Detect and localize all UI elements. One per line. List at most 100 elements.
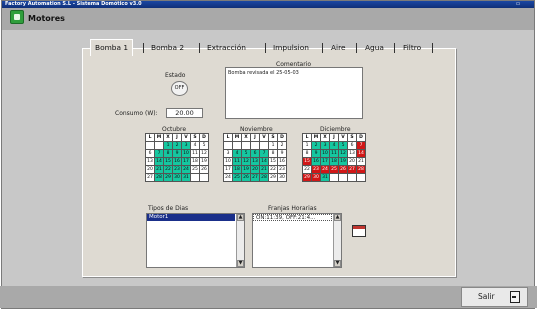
day-cell[interactable] <box>154 141 164 150</box>
scroll-up-icon[interactable]: ▲ <box>237 214 244 221</box>
tab-extraccion[interactable]: Extracción <box>207 40 246 55</box>
day-cell[interactable]: 25 <box>329 165 339 174</box>
tab-impulsion[interactable]: Impulsion <box>273 40 309 55</box>
day-cell[interactable] <box>190 173 200 182</box>
day-cell[interactable]: 7 <box>356 141 366 150</box>
day-cell[interactable]: 10 <box>320 149 330 158</box>
day-cell[interactable]: 26 <box>338 165 348 174</box>
comentario-textarea[interactable]: Bomba revisada el 25-05-03 <box>225 67 363 119</box>
tab-aire[interactable]: Aire <box>331 40 346 55</box>
day-cell[interactable]: 14 <box>356 149 366 158</box>
day-cell[interactable]: 20 <box>250 165 260 174</box>
day-cell[interactable]: 17 <box>223 165 233 174</box>
day-cell[interactable]: 7 <box>154 149 164 158</box>
day-cell[interactable]: 18 <box>232 165 242 174</box>
day-cell[interactable] <box>145 141 155 150</box>
day-cell[interactable]: 11 <box>190 149 200 158</box>
day-cell[interactable]: 14 <box>259 157 269 166</box>
day-cell[interactable]: 5 <box>241 149 251 158</box>
day-cell[interactable]: 21 <box>356 157 366 166</box>
day-cell[interactable]: 9 <box>311 149 321 158</box>
day-cell[interactable]: 19 <box>241 165 251 174</box>
day-cell[interactable]: 9 <box>277 149 287 158</box>
tab-agua[interactable]: Agua <box>365 40 384 55</box>
day-cell[interactable]: 15 <box>268 157 278 166</box>
day-cell[interactable]: 2 <box>172 141 182 150</box>
day-cell[interactable]: 3 <box>223 149 233 158</box>
franjas-horarias-listbox[interactable]: ON:11:39, OFF:21:4... ▲ ▼ <box>252 213 342 268</box>
day-cell[interactable]: 17 <box>181 157 191 166</box>
day-cell[interactable]: 9 <box>172 149 182 158</box>
day-cell[interactable]: 12 <box>199 149 209 158</box>
day-cell[interactable]: 19 <box>338 157 348 166</box>
day-cell[interactable]: 11 <box>329 149 339 158</box>
day-cell[interactable]: 23 <box>172 165 182 174</box>
day-cell[interactable]: 18 <box>329 157 339 166</box>
day-cell[interactable] <box>250 141 260 150</box>
day-cell[interactable] <box>259 141 269 150</box>
day-cell[interactable]: 1 <box>163 141 173 150</box>
scroll-up-icon[interactable]: ▲ <box>334 214 341 221</box>
day-cell[interactable] <box>241 141 251 150</box>
consumo-input[interactable]: 20.00 <box>166 108 203 118</box>
estado-toggle-button[interactable]: OFF <box>171 81 188 96</box>
day-cell[interactable]: 26 <box>241 173 251 182</box>
day-cell[interactable]: 7 <box>259 149 269 158</box>
day-cell[interactable]: 3 <box>320 141 330 150</box>
day-cell[interactable]: 24 <box>181 165 191 174</box>
day-cell[interactable]: 30 <box>311 173 321 182</box>
day-cell[interactable]: 24 <box>223 173 233 182</box>
day-cell[interactable]: 26 <box>199 165 209 174</box>
day-cell[interactable]: 22 <box>302 165 312 174</box>
day-cell[interactable]: 18 <box>190 157 200 166</box>
day-cell[interactable]: 14 <box>154 157 164 166</box>
listbox-scrollbar[interactable]: ▲ ▼ <box>333 214 341 267</box>
day-cell[interactable]: 27 <box>347 165 357 174</box>
scroll-down-icon[interactable]: ▼ <box>237 260 244 267</box>
day-cell[interactable] <box>347 173 357 182</box>
day-cell[interactable]: 19 <box>199 157 209 166</box>
day-cell[interactable]: 25 <box>190 165 200 174</box>
day-cell[interactable] <box>329 173 339 182</box>
day-cell[interactable] <box>223 141 233 150</box>
day-cell[interactable]: 1 <box>268 141 278 150</box>
listbox-scrollbar[interactable]: ▲ ▼ <box>236 214 244 267</box>
day-cell[interactable]: 31 <box>181 173 191 182</box>
day-cell[interactable]: 4 <box>329 141 339 150</box>
window-control-icon[interactable]: ▭ <box>514 1 522 7</box>
day-cell[interactable]: 1 <box>302 141 312 150</box>
day-cell[interactable]: 22 <box>268 165 278 174</box>
day-cell[interactable]: 30 <box>172 173 182 182</box>
day-cell[interactable]: 20 <box>347 157 357 166</box>
day-cell[interactable]: 10 <box>181 149 191 158</box>
day-cell[interactable]: 6 <box>145 149 155 158</box>
day-cell[interactable]: 28 <box>154 173 164 182</box>
day-cell[interactable]: 27 <box>250 173 260 182</box>
day-cell[interactable]: 13 <box>145 157 155 166</box>
day-cell[interactable]: 21 <box>154 165 164 174</box>
day-cell[interactable]: 2 <box>277 141 287 150</box>
day-cell[interactable]: 29 <box>302 173 312 182</box>
day-cell[interactable]: 29 <box>268 173 278 182</box>
day-cell[interactable]: 24 <box>320 165 330 174</box>
day-cell[interactable]: 12 <box>338 149 348 158</box>
day-cell[interactable]: 4 <box>232 149 242 158</box>
day-cell[interactable] <box>356 173 366 182</box>
day-cell[interactable]: 23 <box>311 165 321 174</box>
day-cell[interactable]: 29 <box>163 173 173 182</box>
tab-filtro[interactable]: Filtro <box>403 40 421 55</box>
day-cell[interactable] <box>199 173 209 182</box>
day-cell[interactable]: 10 <box>223 157 233 166</box>
day-cell[interactable]: 20 <box>145 165 155 174</box>
day-cell[interactable]: 27 <box>145 173 155 182</box>
day-cell[interactable]: 30 <box>277 173 287 182</box>
day-cell[interactable] <box>338 173 348 182</box>
day-cell[interactable]: 6 <box>347 141 357 150</box>
list-item[interactable]: ON:11:39, OFF:21:4... <box>253 214 332 221</box>
day-cell[interactable]: 28 <box>259 173 269 182</box>
day-cell[interactable]: 4 <box>190 141 200 150</box>
day-cell[interactable]: 5 <box>199 141 209 150</box>
day-cell[interactable]: 8 <box>163 149 173 158</box>
calendar-icon[interactable] <box>352 225 366 237</box>
day-cell[interactable]: 8 <box>302 149 312 158</box>
